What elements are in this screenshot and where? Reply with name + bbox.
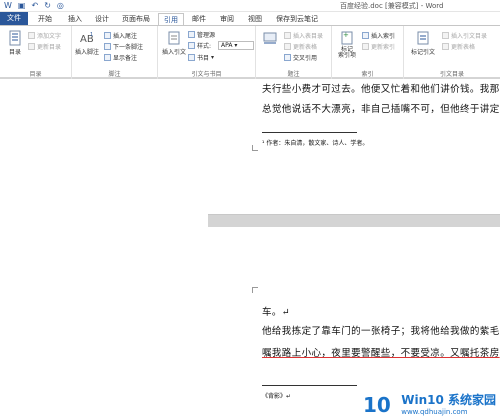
redo-icon[interactable]: ↻ bbox=[44, 1, 51, 11]
word-icon[interactable]: W bbox=[4, 1, 12, 11]
citation-icon bbox=[168, 31, 180, 45]
save-icon[interactable]: ▣ bbox=[18, 1, 26, 11]
group-citations: 插入引文 管理源 样式: APA ▾ 书目 ▾ 引文与书目 bbox=[158, 26, 256, 79]
footnote-text: 《背影》↵ bbox=[262, 393, 292, 400]
cross-reference-button[interactable]: 交叉引用 bbox=[284, 53, 317, 62]
ribbon-tabs: 文件 开始 插入 设计 页面布局 引用 邮件 审阅 视图 保存到云笔记 bbox=[0, 12, 500, 25]
svg-text:+: + bbox=[343, 31, 349, 39]
title-bar: W ▣ ↶ ↻ ◎ 百度经验.doc [兼容模式] - Word bbox=[0, 0, 500, 12]
group-label-citations: 引文与书目 bbox=[191, 71, 222, 78]
add-text-button[interactable]: 添加文字 bbox=[28, 31, 61, 40]
svg-text:10: 10 bbox=[363, 393, 391, 416]
group-footnotes: AB 1 插入脚注 插入尾注 下一条脚注 显示备注 脚注 bbox=[72, 26, 158, 79]
bibliography-button[interactable]: 书目 ▾ bbox=[188, 53, 214, 62]
style-label: 样式: bbox=[188, 41, 211, 50]
paragraph-line: 总觉他说话不大漂亮，非自己插嘴不可，但他终于讲定了 bbox=[262, 104, 500, 115]
mark-citation-button[interactable]: 标记引文 bbox=[408, 30, 438, 56]
update-toa-button[interactable]: 更新表格 bbox=[442, 42, 475, 51]
insert-index-button[interactable]: 插入索引 bbox=[362, 31, 395, 40]
group-label-toc: 目录 bbox=[29, 71, 42, 78]
update-index-button[interactable]: 更新索引 bbox=[362, 42, 395, 51]
manage-sources-button[interactable]: 管理源 bbox=[188, 30, 215, 39]
next-footnote-button[interactable]: 下一条脚注 bbox=[104, 42, 143, 51]
mark-entry-button[interactable]: + 标记 索引项 bbox=[334, 30, 360, 59]
insert-endnote-button[interactable]: 插入尾注 bbox=[104, 31, 137, 40]
insert-citation-button[interactable]: 插入引文 bbox=[161, 30, 187, 56]
window-title: 百度经验.doc [兼容模式] - Word bbox=[340, 2, 444, 10]
footnote-text: ¹ 作者：朱自清，散文家、诗人、学者。 bbox=[262, 140, 369, 147]
tab-references[interactable]: 引用 bbox=[158, 13, 184, 25]
ribbon: 目录 添加文字 更新目录 目录 AB 1 插入脚注 插入尾注 下一条脚注 显示备注… bbox=[0, 25, 500, 79]
document-area[interactable]: 夫行些小费才可过去。他便又忙着和他们讲价钱。我那 总觉他说话不大漂亮，非自己插嘴… bbox=[0, 79, 500, 420]
group-label-index: 索引 bbox=[361, 71, 374, 78]
group-toc: 目录 添加文字 更新目录 目录 bbox=[0, 26, 72, 79]
tab-view[interactable]: 视图 bbox=[248, 13, 262, 25]
win10-logo: 10 bbox=[363, 392, 397, 417]
tab-review[interactable]: 审阅 bbox=[220, 13, 234, 25]
group-captions: 插入表目录 更新表格 交叉引用 题注 bbox=[256, 26, 332, 79]
paragraph-line: 嘱我路上小心，夜里要警醒些，不要受凉。又嘱托茶房 bbox=[262, 348, 500, 359]
paragraph-line: 夫行些小费才可过去。他便又忙着和他们讲价钱。我那 bbox=[262, 84, 500, 95]
tab-file[interactable]: 文件 bbox=[0, 12, 28, 25]
svg-text:1: 1 bbox=[90, 32, 93, 38]
insert-table-of-figures-button[interactable]: 插入表目录 bbox=[284, 31, 323, 40]
tab-home[interactable]: 开始 bbox=[38, 13, 52, 25]
group-index: + 标记 索引项 插入索引 更新索引 索引 bbox=[332, 26, 404, 79]
style-dropdown[interactable]: APA ▾ bbox=[218, 41, 254, 50]
undo-icon[interactable]: ↶ bbox=[31, 1, 38, 11]
insert-toa-button[interactable]: 插入引文目录 bbox=[442, 31, 487, 40]
caption-icon bbox=[263, 32, 277, 44]
insert-footnote-button[interactable]: AB 1 插入脚注 bbox=[74, 30, 100, 56]
group-toa: 标记引文 插入引文目录 更新表格 引文目录 bbox=[404, 26, 500, 79]
watermark-url: www.qdhuajin.com bbox=[401, 408, 468, 416]
margin-crop-mark bbox=[252, 287, 258, 293]
group-label-footnotes: 脚注 bbox=[108, 71, 121, 78]
paragraph-line: 车。↵ bbox=[262, 307, 291, 318]
update-table-button[interactable]: 更新表格 bbox=[284, 42, 317, 51]
insert-caption-button[interactable] bbox=[257, 30, 283, 46]
tab-mailings[interactable]: 邮件 bbox=[192, 13, 206, 25]
preview-icon[interactable]: ◎ bbox=[57, 1, 64, 11]
tab-cloud-notes[interactable]: 保存到云笔记 bbox=[276, 13, 318, 25]
navigation-pane bbox=[0, 79, 208, 420]
watermark: 10 Win10 系统家园 www.qdhuajin.com bbox=[363, 391, 496, 417]
tab-insert[interactable]: 插入 bbox=[68, 13, 82, 25]
tab-layout[interactable]: 页面布局 bbox=[122, 13, 150, 25]
quick-access-toolbar: W ▣ ↶ ↻ ◎ bbox=[4, 1, 64, 11]
update-toc-button[interactable]: 更新目录 bbox=[28, 42, 61, 51]
group-label-toa: 引文目录 bbox=[439, 71, 464, 78]
toc-icon bbox=[9, 30, 21, 46]
toc-button[interactable]: 目录 bbox=[2, 30, 28, 56]
show-notes-button[interactable]: 显示备注 bbox=[104, 53, 137, 62]
mark-citation-icon bbox=[417, 31, 429, 45]
footnote-separator bbox=[262, 132, 357, 133]
margin-crop-mark bbox=[252, 145, 258, 151]
paragraph-line: 他给我拣定了靠车门的一张椅子；我将他给我做的紫毛 bbox=[262, 326, 500, 337]
footnote-separator bbox=[262, 385, 357, 386]
tab-design[interactable]: 设计 bbox=[95, 13, 109, 25]
group-label-captions: 题注 bbox=[287, 71, 300, 78]
watermark-brand: Win10 系统家园 bbox=[401, 393, 496, 407]
footnote-icon: AB1 bbox=[80, 32, 94, 45]
page-1[interactable]: 夫行些小费才可过去。他便又忙着和他们讲价钱。我那 总觉他说话不大漂亮，非自己插嘴… bbox=[208, 79, 500, 215]
mark-entry-icon: + bbox=[341, 31, 353, 45]
